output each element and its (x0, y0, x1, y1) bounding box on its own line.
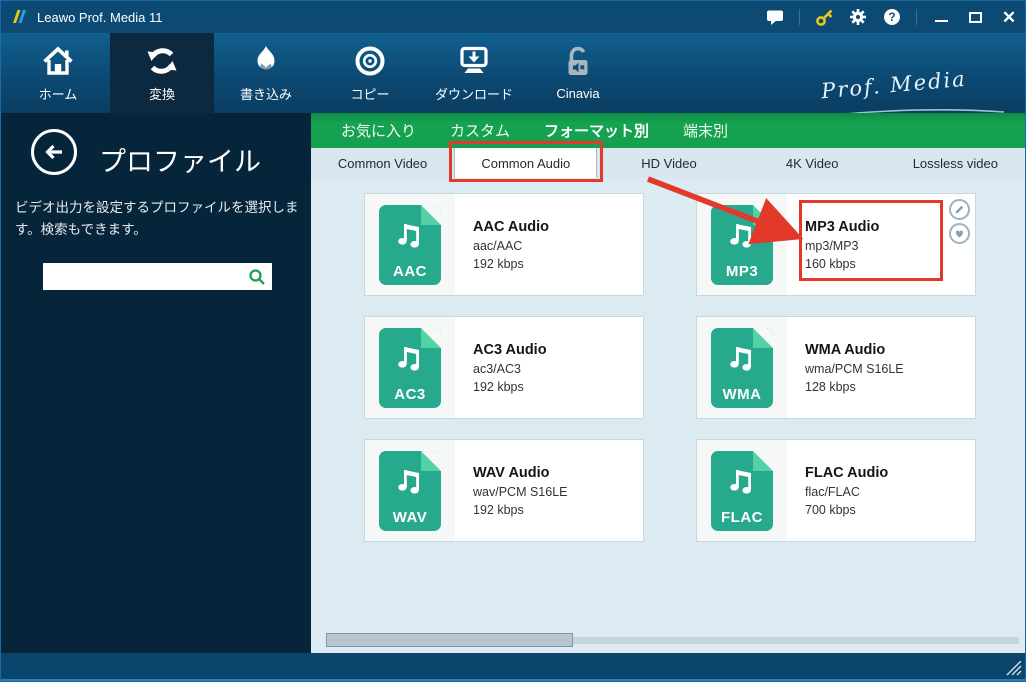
profile-card-wma[interactable]: WMA WMA Audio wma/PCM S16LE 128 kbps (696, 316, 976, 419)
tab-hd-video[interactable]: HD Video (597, 148, 740, 178)
format-badge: AAC (393, 262, 427, 280)
help-icon[interactable]: ? (882, 7, 902, 27)
title-bar: Leawo Prof. Media 11 ? ✕ (1, 1, 1025, 33)
cinavia-icon (568, 46, 588, 75)
nav-home[interactable]: ホーム (6, 33, 110, 113)
profile-codec: wma/PCM S16LE (805, 361, 904, 376)
profile-codec: wav/PCM S16LE (473, 484, 568, 499)
brand-script-logo: Prof. Media (820, 66, 968, 104)
music-note-icon (398, 469, 419, 494)
profile-title: AC3 Audio (473, 341, 547, 358)
profile-bitrate: 160 kbps (805, 256, 856, 271)
close-button[interactable]: ✕ (999, 7, 1019, 27)
sidebar-title: プロファイル (99, 147, 261, 177)
profile-bitrate: 700 kbps (805, 502, 856, 517)
tab-custom[interactable]: カスタム (433, 113, 527, 148)
tab-favorites[interactable]: お気に入り (324, 113, 433, 148)
svg-text:?: ? (888, 12, 895, 24)
nav-home-label: ホーム (38, 87, 78, 102)
resize-grip[interactable] (1004, 661, 1022, 676)
home-icon (43, 46, 73, 75)
edit-profile-icon[interactable] (949, 199, 970, 220)
format-badge: AC3 (394, 385, 426, 403)
nav-burn-label: 書き込み (239, 87, 292, 102)
profile-card-ac3[interactable]: AC3 AC3 Audio ac3/AC3 192 kbps (364, 316, 644, 419)
music-note-icon (398, 346, 419, 371)
nav-copy[interactable]: コピー (318, 33, 422, 113)
download-icon (460, 46, 488, 73)
profile-title: FLAC Audio (805, 464, 889, 481)
profile-title: AAC Audio (473, 218, 549, 235)
category-tab-bar: お気に入り カスタム フォーマット別 端末別 (311, 113, 1025, 148)
format-badge: FLAC (721, 508, 763, 526)
profile-codec: aac/AAC (473, 238, 523, 253)
register-key-icon[interactable] (814, 7, 834, 27)
audio-file-icon: FLAC (711, 450, 773, 531)
tab-common-video[interactable]: Common Video (311, 148, 454, 178)
nav-burn[interactable]: 書き込み (214, 33, 318, 113)
main-nav: ホーム 変換 書き込み コピー ダウンロード Cinavia Prof. Med… (1, 33, 1025, 126)
nav-convert-label: 変換 (148, 87, 175, 102)
music-note-icon (398, 223, 419, 248)
window-title: Leawo Prof. Media 11 (37, 9, 163, 25)
convert-icon (147, 48, 177, 74)
app-window: Leawo Prof. Media 11 ? ✕ ホーム 変換 書き込み コピー… (0, 0, 1026, 682)
music-note-icon (730, 346, 751, 371)
minimize-button[interactable] (931, 7, 951, 27)
nav-download[interactable]: ダウンロード (422, 33, 526, 113)
audio-file-icon: MP3 (711, 204, 773, 285)
maximize-button[interactable] (965, 7, 985, 27)
profile-card-aac[interactable]: AAC AAC Audio aac/AAC 192 kbps (364, 193, 644, 296)
profile-bitrate: 192 kbps (473, 256, 524, 271)
music-note-icon (730, 469, 751, 494)
nav-download-label: ダウンロード (434, 87, 513, 102)
profile-bitrate: 192 kbps (473, 502, 524, 517)
tab-by-device[interactable]: 端末別 (666, 113, 745, 148)
profile-codec: ac3/AC3 (473, 361, 521, 376)
feedback-icon[interactable] (765, 7, 785, 27)
profile-grid: AAC AAC Audio aac/AAC 192 kbps MP3 MP3 A… (311, 178, 1025, 653)
profile-search-input[interactable] (43, 263, 248, 290)
tab-lossless-video[interactable]: Lossless video (884, 148, 1025, 178)
profile-sidebar: プロファイル ビデオ出力を設定するプロファイルを選択します。検索もできます。 (1, 113, 311, 653)
back-button[interactable] (31, 129, 77, 175)
tab-4k-video[interactable]: 4K Video (741, 148, 884, 178)
nav-cinavia[interactable]: Cinavia (526, 33, 630, 113)
audio-file-icon: WAV (379, 450, 441, 531)
tab-common-audio[interactable]: Common Audio (454, 148, 598, 178)
profile-card-flac[interactable]: FLAC FLAC Audio flac/FLAC 700 kbps (696, 439, 976, 542)
nav-convert[interactable]: 変換 (110, 33, 214, 113)
format-badge: WMA (722, 385, 762, 403)
horizontal-scrollbar-thumb[interactable] (326, 633, 573, 647)
search-icon[interactable] (248, 268, 266, 286)
profile-title: WMA Audio (805, 341, 886, 358)
format-badge: WAV (392, 508, 428, 526)
burn-icon (257, 46, 275, 73)
nav-copy-label: コピー (350, 87, 390, 102)
status-bar (1, 653, 1025, 681)
profile-bitrate: 192 kbps (473, 379, 524, 394)
profile-card-mp3[interactable]: MP3 MP3 Audio mp3/MP3 160 kbps (696, 193, 976, 296)
sidebar-description: ビデオ出力を設定するプロファイルを選択します。検索もできます。 (15, 200, 299, 238)
back-arrow-icon (45, 144, 62, 160)
tab-by-format[interactable]: フォーマット別 (527, 113, 666, 148)
format-badge: MP3 (725, 262, 759, 280)
profile-search-box[interactable] (43, 263, 272, 290)
settings-gear-icon[interactable] (848, 7, 868, 27)
copy-icon (355, 46, 385, 76)
leawo-logo-icon (13, 10, 26, 23)
nav-cinavia-label: Cinavia (556, 86, 600, 101)
favorite-heart-icon[interactable] (949, 223, 970, 244)
audio-file-icon: AAC (379, 204, 441, 285)
profile-codec: flac/FLAC (805, 484, 860, 499)
profile-bitrate: 128 kbps (805, 379, 856, 394)
titlebar-separator (916, 9, 917, 25)
titlebar-separator (799, 9, 800, 25)
format-tab-bar: Common Video Common Audio HD Video 4K Vi… (311, 148, 1025, 178)
profile-card-wav[interactable]: WAV WAV Audio wav/PCM S16LE 192 kbps (364, 439, 644, 542)
profile-title: WAV Audio (473, 464, 550, 481)
music-note-icon (730, 223, 751, 248)
audio-file-icon: AC3 (379, 327, 441, 408)
audio-file-icon: WMA (711, 327, 773, 408)
